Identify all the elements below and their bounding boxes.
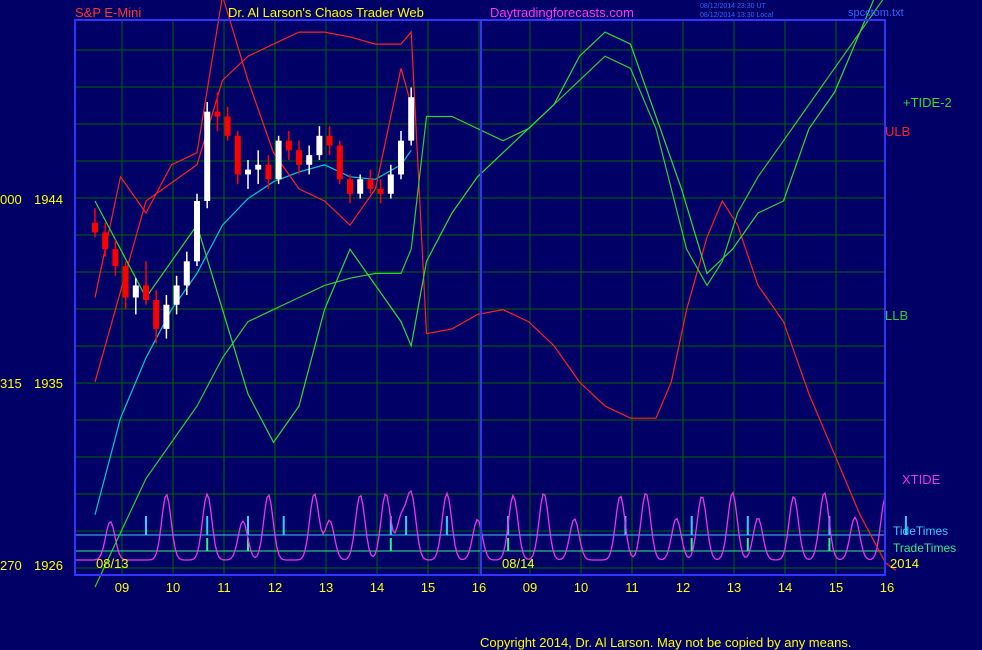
series-lines	[94, 0, 897, 588]
timing-panel	[75, 490, 907, 561]
price-bar-body	[112, 249, 119, 267]
x-tick-label: 09	[115, 580, 129, 595]
price-bar-body	[326, 135, 333, 146]
price-bar-body	[336, 145, 343, 180]
price-bar-body	[398, 140, 404, 175]
y-tick-label-1935: 1935	[34, 376, 63, 391]
header-title: Dr. Al Larson's Chaos Trader Web	[228, 5, 424, 20]
x-tick-label: 10	[166, 580, 180, 595]
x-tick-label: 10	[574, 580, 588, 595]
x-tick-label: 09	[523, 580, 537, 595]
price-bar-body	[214, 111, 221, 117]
header-symbol: S&P E-Mini	[75, 5, 141, 20]
price-bar-body	[275, 140, 282, 180]
copyright: Copyright 2014, Dr. Al Larson. May not b…	[480, 635, 851, 650]
tide2-line	[94, 0, 875, 444]
price-bar-body	[306, 155, 313, 165]
legend-xtide: XTIDE	[902, 472, 941, 487]
price-bar-body	[92, 222, 98, 233]
chart: S&P E-Mini Dr. Al Larson's Chaos Trader …	[0, 0, 956, 650]
price-bar-body	[204, 111, 211, 201]
date-label-0813: 08/13	[96, 556, 129, 571]
price-bar-body	[285, 140, 292, 151]
price-envelope-high-line	[94, 0, 412, 298]
y-tick-label-1944: 1944	[34, 192, 63, 207]
price-bar-body	[183, 261, 190, 286]
header-stamp-local: 08/12/2014 13:30 Local	[700, 12, 774, 19]
price-bar-body	[377, 188, 384, 194]
price-bar-body	[153, 299, 160, 329]
y-tick-prefix-1935: 315	[0, 376, 22, 391]
price-bar-body	[255, 164, 262, 170]
price-bar-body	[245, 169, 251, 175]
x-tick-label: 16	[880, 580, 894, 595]
x-tick-label: 12	[268, 580, 282, 595]
price-bar-body	[163, 304, 170, 329]
y-tick-prefix-1944: 000	[0, 192, 22, 207]
x-tick-label: 15	[421, 580, 435, 595]
legend-tidetimes: TideTimes	[893, 524, 948, 538]
header-site: Daytradingforecasts.com	[490, 5, 634, 20]
price-bar-body	[173, 285, 180, 305]
legend-ulb: ULB	[885, 124, 910, 139]
date-label-0814: 08/14	[502, 556, 535, 571]
price-bar-body	[408, 97, 415, 141]
price-bar-body	[347, 179, 353, 194]
y-tick-prefix-1926: 270	[0, 558, 22, 573]
x-tick-label: 12	[676, 580, 690, 595]
year-label: 2014	[890, 556, 919, 571]
header-filename: spcctom.txt	[848, 7, 904, 19]
price-bar-body	[234, 135, 241, 175]
header-stamp-ut: 08/12/2014 23:30 UT	[700, 3, 766, 10]
legend-llb: LLB	[885, 308, 908, 323]
x-tick-label: 13	[727, 580, 741, 595]
x-tick-label: 13	[319, 580, 333, 595]
price-bar-body	[316, 135, 323, 156]
x-tick-labels: 09 10 11 12 13 14 15 16 09 10 11 12 13 14 15 16	[115, 580, 894, 595]
price-bar-body	[194, 200, 200, 262]
legend-tradetimes: TradeTimes	[893, 541, 956, 555]
price-bar-body	[122, 266, 129, 298]
price-bar-body	[132, 285, 139, 298]
price-bar-body	[296, 150, 302, 165]
price-bar-body	[357, 179, 364, 194]
price-bar-body	[143, 285, 149, 300]
price-bars	[92, 87, 415, 344]
price-bar-body	[224, 116, 231, 136]
price-bar-body	[102, 232, 109, 250]
legend-tide2: +TIDE-2	[903, 95, 952, 110]
x-tick-label: 15	[829, 580, 843, 595]
x-tick-label: 16	[472, 580, 486, 595]
x-tick-label: 11	[625, 580, 639, 595]
x-tick-label: 11	[217, 580, 231, 595]
x-tick-label: 14	[370, 580, 384, 595]
price-bar-body	[367, 179, 374, 189]
llb-line	[94, 0, 884, 588]
price-bar-body	[387, 174, 394, 194]
x-tick-label: 14	[778, 580, 792, 595]
price-bar-body	[265, 164, 272, 180]
y-tick-label-1926: 1926	[34, 558, 63, 573]
